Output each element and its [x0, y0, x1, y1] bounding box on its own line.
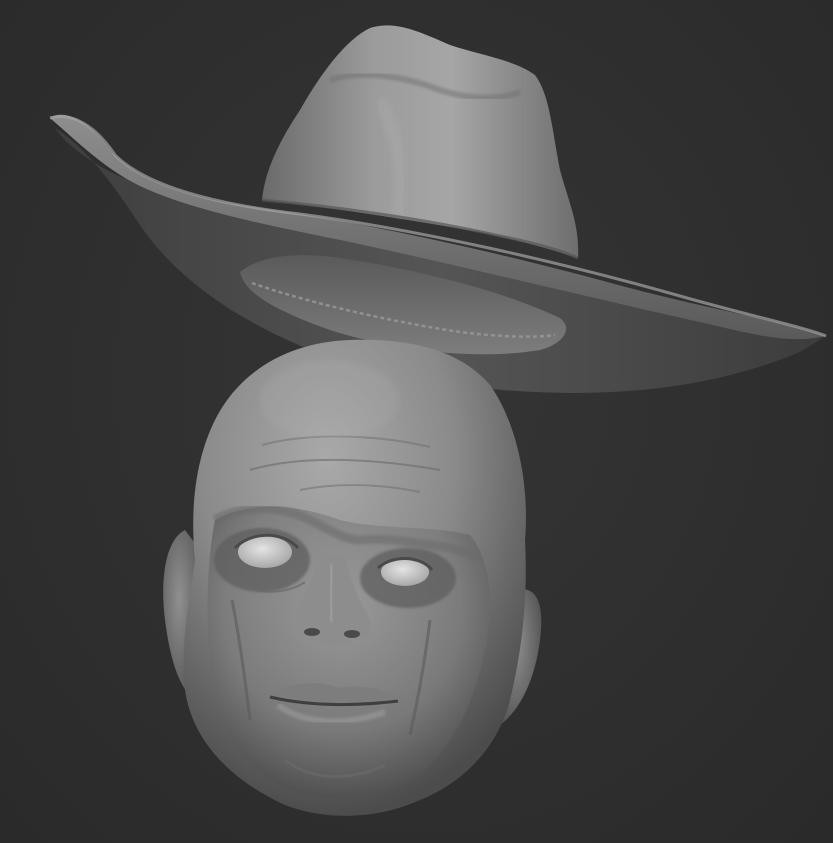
left-nostril: [304, 628, 320, 636]
head-sculpt[interactable]: [163, 339, 542, 816]
cranium-highlight: [260, 360, 400, 440]
cowboy-hat[interactable]: [49, 25, 827, 393]
render-canvas: [49, 25, 827, 816]
sculpt-viewport[interactable]: [0, 0, 833, 843]
nose-ridge-highlight: [327, 564, 335, 623]
right-nostril: [344, 630, 360, 638]
